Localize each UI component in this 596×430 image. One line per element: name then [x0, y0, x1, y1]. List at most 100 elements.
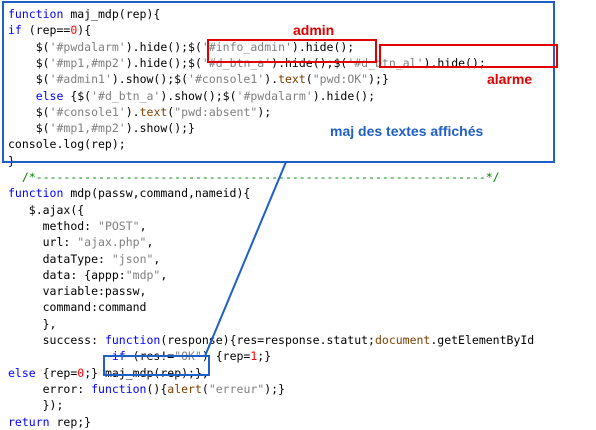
code-token: alert — [167, 381, 202, 396]
code-token: ( — [305, 72, 313, 87]
code-line[interactable]: $('#admin1').show();$('#console1').text(… — [8, 71, 389, 87]
code-token: , — [139, 218, 147, 233]
code-token: (response){res=response.statut; — [160, 333, 375, 347]
code-token: dataType: — [42, 251, 112, 266]
code-token: "OK" — [174, 349, 202, 364]
code-line[interactable]: if (res!="OK") {rep=1;} — [8, 348, 271, 364]
code-token: "json" — [111, 251, 154, 266]
code-line[interactable]: } — [8, 153, 15, 169]
code-line[interactable]: return rep;} — [8, 414, 91, 430]
code-token: ).show();$( — [160, 88, 237, 103]
code-token: ) {rep= — [201, 349, 251, 364]
code-token: variable:passw, — [42, 284, 147, 299]
code-token: .getElementById — [430, 333, 535, 347]
code-token: "mdp" — [125, 267, 161, 282]
code-token: ). — [264, 72, 279, 87]
code-line[interactable]: }); — [8, 397, 64, 413]
code-line[interactable]: }, — [8, 316, 57, 332]
code-token: $( — [188, 55, 202, 70]
code-token: '#pwdalarm' — [49, 39, 126, 54]
code-token: ;} — [84, 365, 105, 380]
code-token: '#admin1' — [49, 72, 112, 87]
code-token: ).hide(); — [271, 55, 334, 70]
code-token: $( — [35, 104, 50, 119]
code-token: function — [104, 333, 161, 347]
code-line[interactable]: else {rep=0;} maj_mdp(rep);}, — [8, 365, 209, 381]
code-line[interactable]: $('#mp1,#mp2').hide();$('#d_btn_a').hide… — [8, 55, 486, 71]
code-token: success: — [42, 333, 105, 347]
code-token: else — [35, 88, 71, 103]
code-line[interactable]: $.ajax({ — [8, 202, 84, 218]
code-token: '#d_btn_a' — [201, 55, 272, 70]
code-line[interactable]: command:command — [8, 299, 147, 315]
code-line[interactable]: data: {appp:"mdp", — [8, 267, 168, 283]
code-token: ).hide(); — [125, 55, 189, 70]
code-token: ).show();$( — [111, 72, 189, 87]
code-token: ).hide(); — [423, 55, 486, 70]
code-token: if — [8, 23, 29, 38]
code-token: '#d_btn_al' — [347, 55, 424, 70]
code-token: $.ajax({ — [28, 202, 85, 217]
code-token: $( — [35, 72, 50, 87]
code-token: else — [8, 365, 43, 380]
code-token: ).hide(); — [312, 88, 376, 103]
code-token: maj_mdp(rep){ — [70, 7, 161, 21]
code-line[interactable]: $('#mp1,#mp2').show();} — [8, 120, 195, 136]
code-token: (rep== — [28, 23, 71, 38]
code-line[interactable]: error: function(){alert("erreur");} — [8, 381, 285, 397]
code-token: '#info_admin' — [201, 39, 292, 54]
code-line[interactable]: dataType: "json", — [8, 251, 161, 267]
code-token: if — [111, 349, 133, 364]
code-token: function — [91, 381, 147, 396]
code-token: , — [160, 267, 168, 282]
admin-annotation: admin — [293, 22, 335, 38]
code-line[interactable]: url: "ajax.php", — [8, 234, 154, 250]
code-token: maj_mdp(rep); — [104, 365, 195, 380]
code-token: , — [146, 235, 154, 250]
code-token: '#mp1,#mp2' — [49, 121, 126, 136]
code-token: document — [374, 333, 431, 347]
code-token: ); — [257, 104, 272, 119]
code-token: $( — [333, 55, 348, 70]
code-line[interactable]: $('#console1').text("pwd:absent"); — [8, 104, 271, 120]
code-line[interactable]: console.log(rep); — [8, 136, 126, 152]
code-token: /*--------------------------------------… — [21, 170, 500, 184]
code-token: {$( — [70, 88, 92, 103]
code-token: ;} — [257, 349, 272, 364]
code-line[interactable]: else {$('#d_btn_a').show();$('#pwdalarm'… — [8, 88, 375, 104]
code-token: '#mp1,#mp2' — [49, 55, 126, 70]
code-line[interactable]: if (rep==0){ — [8, 22, 91, 38]
code-line[interactable]: function mdp(passw,command,nameid){ — [8, 185, 250, 201]
code-token: '#console1' — [188, 72, 265, 87]
code-token: method: — [42, 218, 99, 233]
code-line[interactable]: function maj_mdp(rep){ — [8, 6, 160, 22]
code-token: "ajax.php" — [77, 235, 147, 250]
code-token: function — [8, 186, 71, 201]
code-line[interactable]: success: function(response){res=response… — [8, 332, 535, 348]
code-token: ).show();} — [125, 121, 195, 136]
code-token: ){ — [77, 23, 92, 38]
code-token: ( — [201, 381, 209, 396]
code-line[interactable]: variable:passw, — [8, 283, 147, 299]
code-token: "erreur" — [208, 381, 265, 396]
code-line[interactable]: /*--------------------------------------… — [8, 169, 500, 185]
code-token: (res!= — [132, 349, 175, 364]
code-token: );} — [264, 381, 285, 396]
code-line[interactable]: $('#pwdalarm').hide();$('#info_admin').h… — [8, 39, 355, 55]
code-line[interactable]: method: "POST", — [8, 218, 147, 234]
